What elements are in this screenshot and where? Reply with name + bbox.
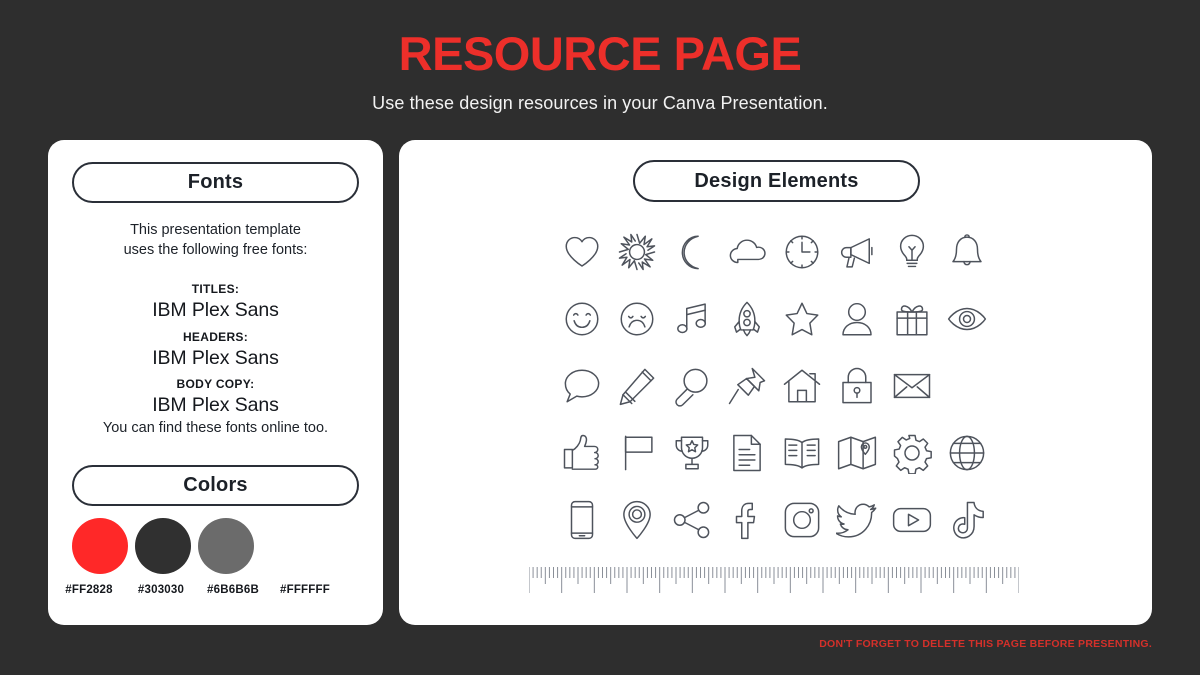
- envelope-icon[interactable]: [884, 358, 939, 413]
- colors-section-header: Colors: [72, 465, 359, 506]
- pushpin-icon[interactable]: [719, 358, 774, 413]
- color-hex-label-white: #FFFFFF: [280, 584, 330, 596]
- clock-icon[interactable]: [774, 224, 829, 279]
- book-icon[interactable]: [774, 425, 829, 480]
- cloud-icon[interactable]: [719, 224, 774, 279]
- fonts-and-colors-card: Fonts This presentation template uses th…: [48, 140, 383, 625]
- music-note-icon[interactable]: [664, 291, 719, 346]
- rocket-icon[interactable]: [719, 291, 774, 346]
- color-swatch-white: [261, 518, 317, 574]
- heart-icon[interactable]: [554, 224, 609, 279]
- icon-row-5: [554, 486, 994, 553]
- smiley-happy-icon[interactable]: [554, 291, 609, 346]
- font-group-titles: TITLES: IBM Plex Sans: [48, 282, 383, 323]
- page-subtitle: Use these design resources in your Canva…: [372, 93, 828, 113]
- sun-icon[interactable]: [609, 224, 664, 279]
- facebook-icon[interactable]: [719, 492, 774, 547]
- design-elements-card: Design Elements: [399, 140, 1152, 625]
- design-elements-header: Design Elements: [633, 160, 920, 202]
- youtube-icon[interactable]: [884, 492, 939, 547]
- twitter-icon[interactable]: [829, 492, 884, 547]
- share-icon[interactable]: [664, 492, 719, 547]
- icon-row-4: [554, 419, 994, 486]
- house-icon[interactable]: [774, 358, 829, 413]
- star-icon[interactable]: [774, 291, 829, 346]
- color-swatch-row: [72, 518, 359, 574]
- color-hex-label-dark: #303030: [137, 584, 185, 596]
- gift-icon[interactable]: [884, 291, 939, 346]
- globe-icon[interactable]: [939, 425, 994, 480]
- ruler-svg: [529, 567, 1019, 593]
- font-group-titles-value: IBM Plex Sans: [152, 298, 279, 321]
- gear-icon[interactable]: [884, 425, 939, 480]
- fonts-intro-line-1: This presentation template: [130, 222, 301, 238]
- page-title: RESOURCE PAGE: [398, 27, 802, 80]
- icon-row-2: [554, 285, 994, 352]
- pencil-icon[interactable]: [609, 358, 664, 413]
- flag-icon[interactable]: [609, 425, 664, 480]
- map-icon[interactable]: [829, 425, 884, 480]
- icon-row-3: [554, 352, 994, 419]
- font-group-body-copy-value: IBM Plex Sans: [152, 393, 279, 416]
- icon-grid: [554, 218, 994, 553]
- tiktok-icon[interactable]: [939, 492, 994, 547]
- color-hex-label-gray: #6B6B6B: [207, 584, 259, 596]
- smartphone-icon[interactable]: [554, 492, 609, 547]
- eye-icon[interactable]: [939, 291, 994, 346]
- color-hex-labels: #FF2828 #303030 #6B6B6B #FFFFFF: [58, 584, 378, 596]
- font-group-headers-value: IBM Plex Sans: [152, 346, 279, 369]
- megaphone-icon[interactable]: [829, 224, 884, 279]
- fonts-intro-text: This presentation template uses the foll…: [48, 220, 383, 260]
- speech-bubble-icon[interactable]: [554, 358, 609, 413]
- color-swatch-dark: [135, 518, 191, 574]
- thumbs-up-icon[interactable]: [554, 425, 609, 480]
- color-swatch-red: [72, 518, 128, 574]
- font-group-body-copy-label: BODY COPY:: [176, 377, 255, 391]
- ruler-graphic: [529, 565, 1019, 597]
- font-group-headers: HEADERS: IBM Plex Sans: [48, 330, 383, 371]
- icon-row-1: [554, 218, 994, 285]
- bell-icon[interactable]: [939, 224, 994, 279]
- font-group-headers-label: HEADERS:: [182, 330, 249, 344]
- color-swatch-gray: [198, 518, 254, 574]
- moon-icon[interactable]: [664, 224, 719, 279]
- location-pin-icon[interactable]: [609, 492, 664, 547]
- fonts-intro-line-2: uses the following free fonts:: [123, 242, 308, 258]
- fonts-outro-text: You can find these fonts online too.: [102, 420, 329, 436]
- fonts-section-header: Fonts: [72, 162, 359, 203]
- magnifier-icon[interactable]: [664, 358, 719, 413]
- lock-icon[interactable]: [829, 358, 884, 413]
- lightbulb-icon[interactable]: [884, 224, 939, 279]
- delete-page-warning: DON'T FORGET TO DELETE THIS PAGE BEFORE …: [819, 638, 1152, 650]
- font-group-titles-label: TITLES:: [191, 282, 240, 296]
- design-elements-label: Design Elements: [694, 169, 859, 192]
- color-hex-label-red: #FF2828: [65, 584, 113, 596]
- document-icon[interactable]: [719, 425, 774, 480]
- person-icon[interactable]: [829, 291, 884, 346]
- font-group-body-copy: BODY COPY: IBM Plex Sans: [48, 377, 383, 418]
- colors-section-label: Colors: [183, 474, 248, 496]
- smiley-sad-icon[interactable]: [609, 291, 664, 346]
- trophy-icon[interactable]: [664, 425, 719, 480]
- fonts-section-label: Fonts: [187, 171, 244, 193]
- instagram-icon[interactable]: [774, 492, 829, 547]
- icon-cell-empty: [939, 358, 994, 413]
